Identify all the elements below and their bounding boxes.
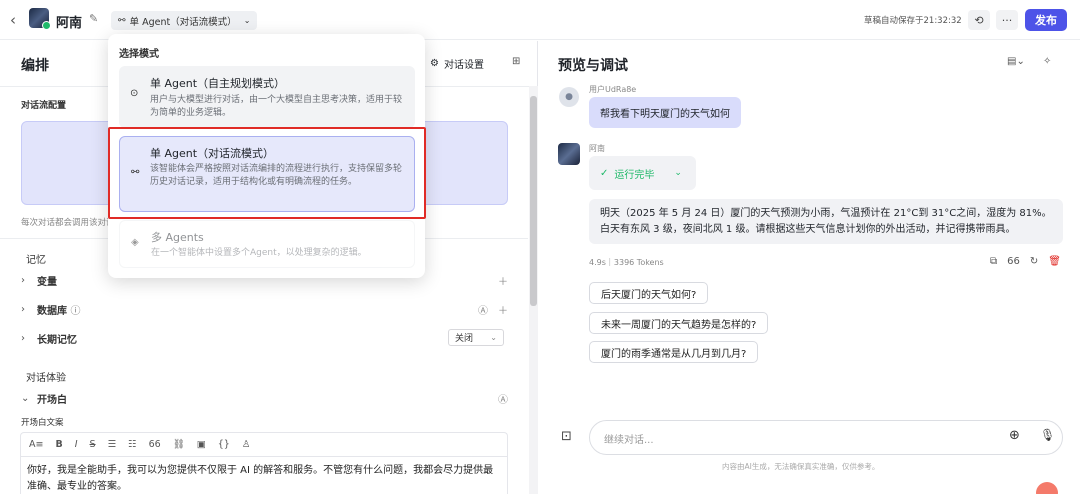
suggestion-chip[interactable]: 后天厦门的天气如何? bbox=[589, 282, 709, 304]
refresh-icon[interactable]: ↻ bbox=[1030, 256, 1038, 267]
microphone-icon[interactable]: 🎙 bbox=[1040, 428, 1055, 442]
briefcase-icon[interactable]: ⊡ bbox=[561, 429, 572, 444]
select-value: 关闭 bbox=[455, 334, 474, 344]
editor-toolbar: A≡ B I S ☰ ☷ 66 ⛓ ▣ {} ♙ bbox=[20, 432, 508, 456]
option-title: 多 Agents bbox=[151, 231, 204, 244]
text-style-icon[interactable]: A≡ bbox=[29, 439, 43, 450]
more-icon: ··· bbox=[1001, 13, 1013, 27]
run-status-card[interactable]: ✓ 运行完毕 ⌄ bbox=[589, 156, 696, 190]
ordered-list-icon[interactable]: ☷ bbox=[128, 439, 137, 450]
draft-status: 草稿自动保存于21:32:32 bbox=[864, 16, 962, 26]
mode-option-multi-agents[interactable]: ◈ 多 Agents 在一个智能体中设置多个Agent，以处理复杂的逻辑。 bbox=[119, 220, 415, 268]
option-title: 单 Agent（自主规划模式） bbox=[150, 77, 286, 90]
auto-icon[interactable]: Ⓐ bbox=[478, 302, 488, 317]
check-circle-icon: ✓ bbox=[600, 167, 609, 179]
link-icon[interactable]: ⛓ bbox=[173, 439, 185, 450]
chevron-down-icon: ⌄ bbox=[243, 16, 251, 25]
robot-icon: ⊙ bbox=[130, 88, 139, 99]
memory-item-long-term[interactable]: › 长期记忆 bbox=[21, 327, 508, 349]
mode-selector-label: 单 Agent（对话流模式） bbox=[129, 16, 237, 28]
chevron-right-icon: › bbox=[21, 274, 25, 286]
chat-input-placeholder: 继续对话... bbox=[604, 435, 654, 446]
delete-icon[interactable]: 🗑 bbox=[1048, 256, 1061, 267]
chevron-right-icon: › bbox=[21, 303, 25, 315]
agent-name: 阿南 bbox=[56, 16, 83, 31]
quote-icon[interactable]: 66 bbox=[1007, 256, 1020, 267]
opening-text-editor[interactable]: 你好，我是全能助手，我可以为您提供不仅限于 AI 的解答和服务。不管您有什么问题… bbox=[20, 456, 508, 494]
auto-icon[interactable]: Ⓐ bbox=[498, 391, 508, 406]
preview-title: 预览与调试 bbox=[558, 58, 628, 74]
image-icon[interactable]: ▣ bbox=[197, 439, 206, 450]
back-icon[interactable]: ‹ bbox=[10, 11, 16, 29]
add-icon[interactable]: ＋ bbox=[498, 302, 508, 317]
suggestion-chip[interactable]: 未来一周厦门的天气趋势是怎样的? bbox=[589, 312, 769, 334]
memory-item-label: 长期记忆 bbox=[37, 334, 77, 346]
bot-reply: 明天（2025 年 5 月 24 日）厦门的天气预测为小雨，气温预计在 21°C… bbox=[589, 199, 1063, 244]
run-status-text: 运行完毕 bbox=[614, 169, 655, 181]
layers-icon: ◈ bbox=[131, 237, 139, 248]
history-button[interactable]: ⟲ bbox=[968, 10, 990, 30]
dropdown-title: 选择模式 bbox=[119, 49, 159, 60]
publish-button[interactable]: 发布 bbox=[1025, 9, 1067, 31]
chat-settings-label: 对话设置 bbox=[443, 60, 484, 71]
more-button[interactable]: ··· bbox=[996, 10, 1018, 30]
memory-item-label: 数据库 bbox=[37, 305, 67, 317]
option-desc: 用户与大模型进行对话，由一个大模型自主思考决策，适用于较为简单的业务逻辑。 bbox=[150, 95, 403, 118]
italic-icon[interactable]: I bbox=[75, 439, 78, 450]
memory-title: 记忆 bbox=[26, 255, 46, 266]
tool-icon[interactable]: ✧ bbox=[1043, 56, 1051, 67]
opening-text-label: 开场白文案 bbox=[21, 418, 64, 428]
history-icon: ⟲ bbox=[974, 13, 984, 27]
user-icon[interactable]: ♙ bbox=[242, 439, 251, 450]
chevron-down-icon: ⌄ bbox=[21, 392, 30, 404]
chat-settings-button[interactable]: ⚙ 对话设置 bbox=[430, 56, 484, 71]
disclaimer: 内容由AI生成，无法确保真实准确，仅供参考。 bbox=[722, 462, 880, 471]
suggestion-chip[interactable]: 厦门的雨季通常是从几月到几月? bbox=[589, 341, 759, 363]
view-options-icon[interactable]: ▤⌄ bbox=[1007, 56, 1025, 67]
settings-icon: ⚙ bbox=[430, 58, 439, 69]
variable-icon[interactable]: {} bbox=[218, 439, 230, 450]
chat-input[interactable] bbox=[589, 420, 1063, 455]
flow-config-title: 对话流配置 bbox=[21, 101, 67, 111]
edit-icon[interactable]: ✎ bbox=[89, 12, 98, 25]
workflow-icon: ⚯ bbox=[118, 15, 126, 26]
long-term-memory-select[interactable]: 关闭 ⌄ bbox=[448, 329, 504, 346]
add-icon[interactable]: ⊕ bbox=[1009, 428, 1020, 443]
quote-icon[interactable]: 66 bbox=[149, 439, 161, 450]
arrange-title: 编排 bbox=[21, 58, 49, 74]
option-desc: 在一个智能体中设置多个Agent，以处理复杂的逻辑。 bbox=[151, 248, 367, 258]
bot-name: 阿南 bbox=[589, 144, 605, 153]
chevron-down-icon: ⌄ bbox=[674, 168, 682, 178]
experience-title: 对话体验 bbox=[26, 373, 66, 384]
add-icon[interactable]: ＋ bbox=[498, 273, 508, 288]
opening-section[interactable]: ⌄ 开场白 Ⓐ bbox=[21, 387, 508, 409]
bold-icon[interactable]: B bbox=[55, 439, 62, 450]
online-status-icon bbox=[42, 21, 51, 30]
mode-option-autonomous[interactable]: ⊙ 单 Agent（自主规划模式） 用户与大模型进行对话，由一个大模型自主思考决… bbox=[119, 66, 415, 128]
layout-icon[interactable]: ⊞ bbox=[512, 56, 520, 67]
reply-actions: ⧉ 66 ↻ 🗑 bbox=[990, 256, 1061, 267]
user-avatar: ● bbox=[559, 87, 579, 107]
bullet-list-icon[interactable]: ☰ bbox=[108, 439, 117, 450]
user-message: 帮我看下明天厦门的天气如何 bbox=[589, 97, 741, 128]
mode-selector[interactable]: ⚯ 单 Agent（对话流模式） ⌄ bbox=[111, 11, 258, 30]
user-icon: ● bbox=[565, 92, 573, 102]
highlight-frame bbox=[108, 127, 426, 219]
scrollbar-thumb[interactable] bbox=[530, 96, 537, 306]
strikethrough-icon[interactable]: S bbox=[90, 439, 96, 450]
chevron-down-icon: ⌄ bbox=[490, 333, 497, 342]
info-icon[interactable]: ⓘ bbox=[70, 306, 80, 317]
opening-label: 开场白 bbox=[37, 394, 67, 406]
chevron-right-icon: › bbox=[21, 332, 25, 344]
user-name: 用户UdRa8e bbox=[589, 85, 637, 94]
reply-meta: 4.9s｜3396 Tokens bbox=[589, 258, 664, 267]
memory-item-database[interactable]: › 数据库 ⓘ Ⓐ ＋ bbox=[21, 298, 508, 320]
bot-avatar bbox=[558, 143, 580, 165]
flow-config-note: 每次对话都会调用该对话 bbox=[21, 218, 115, 228]
copy-icon[interactable]: ⧉ bbox=[990, 256, 997, 267]
